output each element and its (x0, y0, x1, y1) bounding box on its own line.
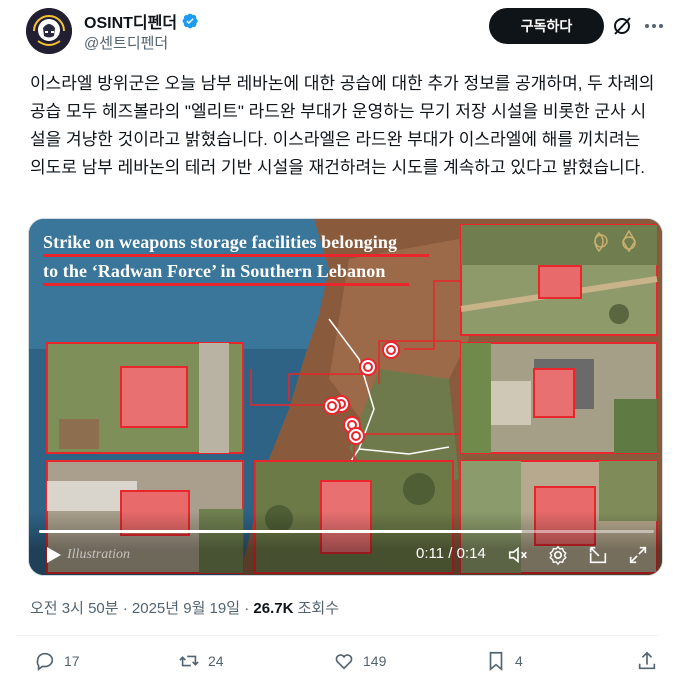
more-dots-icon[interactable] (642, 14, 666, 38)
verified-badge-icon (182, 13, 198, 29)
bookmark-count: 4 (515, 653, 523, 669)
tweet-meta: 오전 3시 50분 · 2025년 9월 19일 · 26.7K 조회수 (30, 597, 339, 618)
repost-icon (179, 655, 199, 667)
reply-count: 17 (64, 653, 80, 669)
video-caption-line1: Strike on weapons storage facilities bel… (43, 232, 398, 252)
author-handle[interactable]: @센트디펜더 (84, 32, 168, 53)
inset-right-middle (460, 342, 658, 454)
video-caption-line2: to the ‘Radwan Force’ in Southern Lebano… (43, 261, 386, 281)
video-player[interactable]: Strike on weapons storage facilities bel… (28, 218, 663, 576)
like-count: 149 (363, 653, 387, 669)
picture-in-picture-icon[interactable] (587, 544, 609, 566)
illustration-watermark: Illustration (67, 547, 131, 562)
share-button[interactable] (636, 650, 658, 672)
reply-icon (36, 652, 54, 671)
author-name-row[interactable]: OSINT디펜더 (84, 9, 199, 33)
play-icon[interactable] (43, 545, 63, 565)
views-label: 조회수 (297, 600, 339, 617)
like-button[interactable]: 149 (333, 650, 386, 672)
repost-count: 24 (208, 653, 224, 669)
tweet-text: 이스라엘 방위군은 오늘 남부 레바논에 대한 공습에 대한 추가 정보를 공개… (30, 74, 660, 177)
fullscreen-icon[interactable] (627, 544, 649, 566)
subscribe-button[interactable]: 구독하다 (489, 8, 604, 44)
caption-underline (43, 254, 429, 257)
tweet-header: OSINT디펜더 @센트디펜더 구독하다 (0, 0, 675, 66)
caption-underline (43, 283, 409, 286)
video-progress-bar[interactable] (39, 530, 654, 533)
video-controls: Illustration 0:11 / 0:14 (29, 511, 662, 575)
meta-separator: · (244, 600, 254, 617)
tweet-date[interactable]: 2025년 9월 19일 (132, 600, 240, 617)
meta-separator: · (122, 600, 132, 617)
tweet-actions: 17 24 149 4 (0, 650, 675, 680)
tweet-time[interactable]: 오전 3시 50분 (30, 600, 119, 617)
divider (16, 635, 659, 636)
settings-gear-icon[interactable] (547, 544, 569, 566)
author-name[interactable]: OSINT디펜더 (84, 9, 177, 33)
video-time: 0:11 / 0:14 (416, 545, 486, 562)
views-count: 26.7K (253, 600, 294, 617)
bookmark-button[interactable]: 4 (485, 650, 523, 672)
avatar[interactable] (26, 8, 72, 54)
mute-icon[interactable] (507, 544, 529, 566)
inset-top-right (460, 224, 658, 336)
reply-button[interactable]: 17 (34, 650, 80, 672)
repost-button[interactable]: 24 (178, 650, 224, 672)
share-icon (638, 651, 656, 670)
heart-icon (335, 654, 353, 670)
avatar-logo-icon (26, 8, 72, 54)
video-progress-fill (39, 530, 523, 533)
inset-left-top (46, 342, 244, 454)
bookmark-icon (489, 651, 503, 672)
grok-slash-icon[interactable] (610, 14, 634, 38)
